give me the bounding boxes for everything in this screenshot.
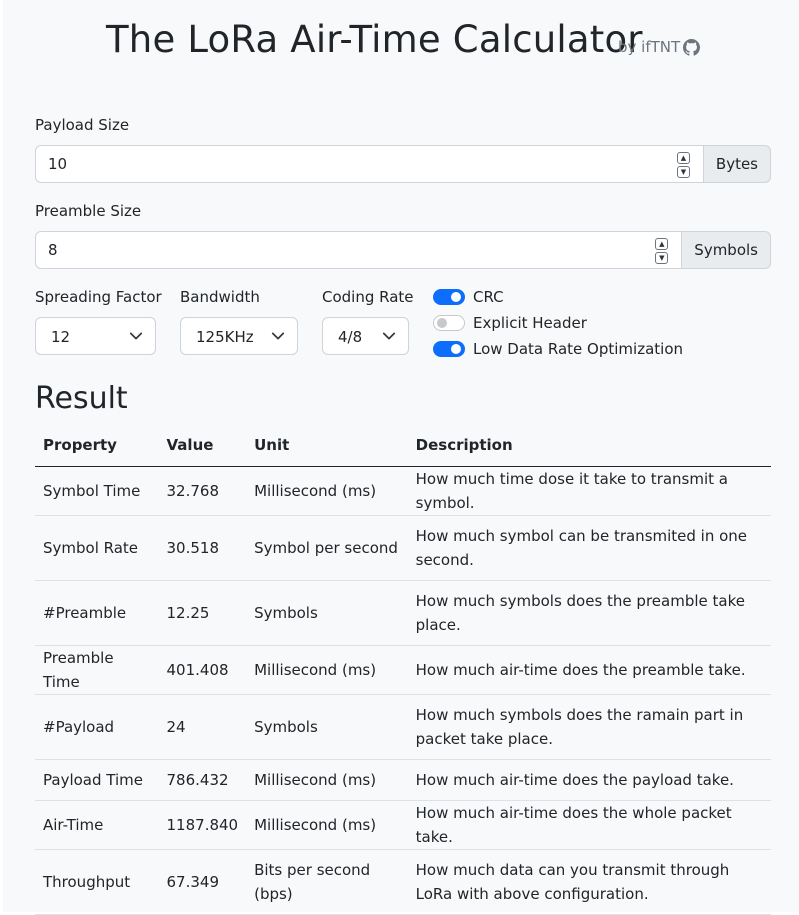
cell-value: 1187.840	[158, 800, 247, 850]
cell-description: How much symbols does the preamble take …	[407, 580, 771, 646]
cell-property: Symbol Time	[35, 466, 159, 516]
table-row: Air-Time 1187.840 Millisecond (ms) How m…	[35, 800, 771, 850]
cell-value: 30.518	[158, 515, 247, 581]
crc-toggle[interactable]	[433, 289, 465, 305]
explicit-header-label: Explicit Header	[473, 314, 587, 332]
column-header-unit: Unit	[246, 424, 408, 467]
payload-size-label: Payload Size	[35, 116, 130, 134]
bandwidth-label: Bandwidth	[180, 288, 260, 306]
payload-size-input[interactable]: 10 ▲ ▼	[35, 145, 703, 183]
table-header-row: Property Value Unit Description	[35, 424, 771, 467]
page: The LoRa Air-Time Calculator by ifTNT Pa…	[3, 0, 799, 915]
cell-property: #Payload	[35, 694, 159, 760]
cell-description: How much time dose it take to transmit a…	[407, 466, 771, 516]
cell-unit: Symbols	[246, 580, 408, 646]
page-title: The LoRa Air-Time Calculator	[106, 18, 643, 61]
chevron-down-icon	[129, 332, 143, 340]
preamble-size-value: 8	[48, 241, 58, 259]
decrement-icon[interactable]: ▼	[676, 166, 690, 178]
table-row: Symbol Rate 30.518 Symbol per second How…	[35, 515, 771, 581]
github-icon	[683, 38, 701, 56]
preamble-size-label: Preamble Size	[35, 202, 142, 220]
author-link[interactable]: by ifTNT	[618, 38, 701, 56]
author-byline: by ifTNT	[618, 38, 681, 56]
column-header-value: Value	[158, 424, 247, 467]
spreading-factor-value: 12	[51, 328, 71, 346]
cell-property: Air-Time	[35, 800, 159, 850]
preamble-size-stepper[interactable]: ▲ ▼	[655, 238, 669, 264]
cell-unit: Millisecond (ms)	[246, 800, 408, 850]
result-table: Property Value Unit Description Symbol T…	[35, 424, 771, 915]
increment-icon[interactable]: ▲	[676, 152, 690, 164]
preamble-size-input[interactable]: 8 ▲ ▼	[35, 231, 682, 269]
cell-value: 32.768	[158, 466, 247, 516]
explicit-header-toggle-row: Explicit Header	[433, 313, 587, 333]
cell-unit: Millisecond (ms)	[246, 645, 408, 695]
preamble-unit-addon: Symbols	[681, 231, 771, 269]
column-header-property: Property	[35, 424, 159, 467]
table-row: Preamble Time 401.408 Millisecond (ms) H…	[35, 645, 771, 695]
cell-property: Symbol Rate	[35, 515, 159, 581]
table-row: Symbol Time 32.768 Millisecond (ms) How …	[35, 466, 771, 516]
payload-size-stepper[interactable]: ▲ ▼	[676, 152, 691, 178]
cell-description: How much air-time does the preamble take…	[407, 645, 771, 695]
payload-size-group: 10 ▲ ▼ Bytes	[35, 145, 771, 183]
coding-rate-select[interactable]: 4/8	[322, 317, 409, 355]
cell-unit: Millisecond (ms)	[246, 466, 408, 516]
table-row: Throughput 67.349 Bits per second (bps) …	[35, 849, 771, 915]
cell-value: 67.349	[158, 849, 247, 915]
cell-unit: Bits per second (bps)	[246, 849, 408, 915]
cell-value: 24	[158, 694, 247, 760]
cell-unit: Symbol per second	[246, 515, 408, 581]
chevron-down-icon	[271, 332, 285, 340]
crc-label: CRC	[473, 288, 504, 306]
column-header-description: Description	[407, 424, 771, 467]
cell-description: How much air-time does the payload take.	[407, 759, 771, 801]
bandwidth-select[interactable]: 125KHz	[180, 317, 298, 355]
cell-property: Throughput	[35, 849, 159, 915]
increment-icon[interactable]: ▲	[655, 238, 669, 250]
cell-description: How much data can you transmit through L…	[407, 849, 771, 915]
cell-property: Payload Time	[35, 759, 159, 801]
low-data-rate-optimization-label: Low Data Rate Optimization	[473, 340, 684, 358]
ldro-toggle-row: Low Data Rate Optimization	[433, 339, 683, 359]
cell-value: 401.408	[158, 645, 247, 695]
cell-unit: Symbols	[246, 694, 408, 760]
explicit-header-toggle[interactable]	[433, 315, 465, 331]
table-row: Payload Time 786.432 Millisecond (ms) Ho…	[35, 759, 771, 801]
low-data-rate-optimization-toggle[interactable]	[433, 341, 465, 357]
cell-description: How much air-time does the whole packet …	[407, 800, 771, 850]
bandwidth-value: 125KHz	[196, 328, 254, 346]
spreading-factor-select[interactable]: 12	[35, 317, 156, 355]
decrement-icon[interactable]: ▼	[655, 252, 669, 264]
cell-property: #Preamble	[35, 580, 159, 646]
payload-unit-addon: Bytes	[702, 145, 771, 183]
coding-rate-label: Coding Rate	[322, 288, 414, 306]
cell-description: How much symbols does the ramain part in…	[407, 694, 771, 760]
cell-value: 786.432	[158, 759, 247, 801]
preamble-size-group: 8 ▲ ▼ Symbols	[35, 231, 771, 269]
table-row: #Payload 24 Symbols How much symbols doe…	[35, 694, 771, 760]
table-row: #Preamble 12.25 Symbols How much symbols…	[35, 580, 771, 646]
payload-size-value: 10	[48, 155, 68, 173]
chevron-down-icon	[382, 332, 396, 340]
crc-toggle-row: CRC	[433, 287, 504, 307]
cell-description: How much symbol can be transmited in one…	[407, 515, 771, 581]
header: The LoRa Air-Time Calculator by ifTNT	[3, 18, 799, 68]
cell-property: Preamble Time	[35, 645, 159, 695]
cell-value: 12.25	[158, 580, 247, 646]
result-heading: Result	[35, 381, 128, 416]
cell-unit: Millisecond (ms)	[246, 759, 408, 801]
spreading-factor-label: Spreading Factor	[35, 288, 162, 306]
coding-rate-value: 4/8	[338, 328, 363, 346]
